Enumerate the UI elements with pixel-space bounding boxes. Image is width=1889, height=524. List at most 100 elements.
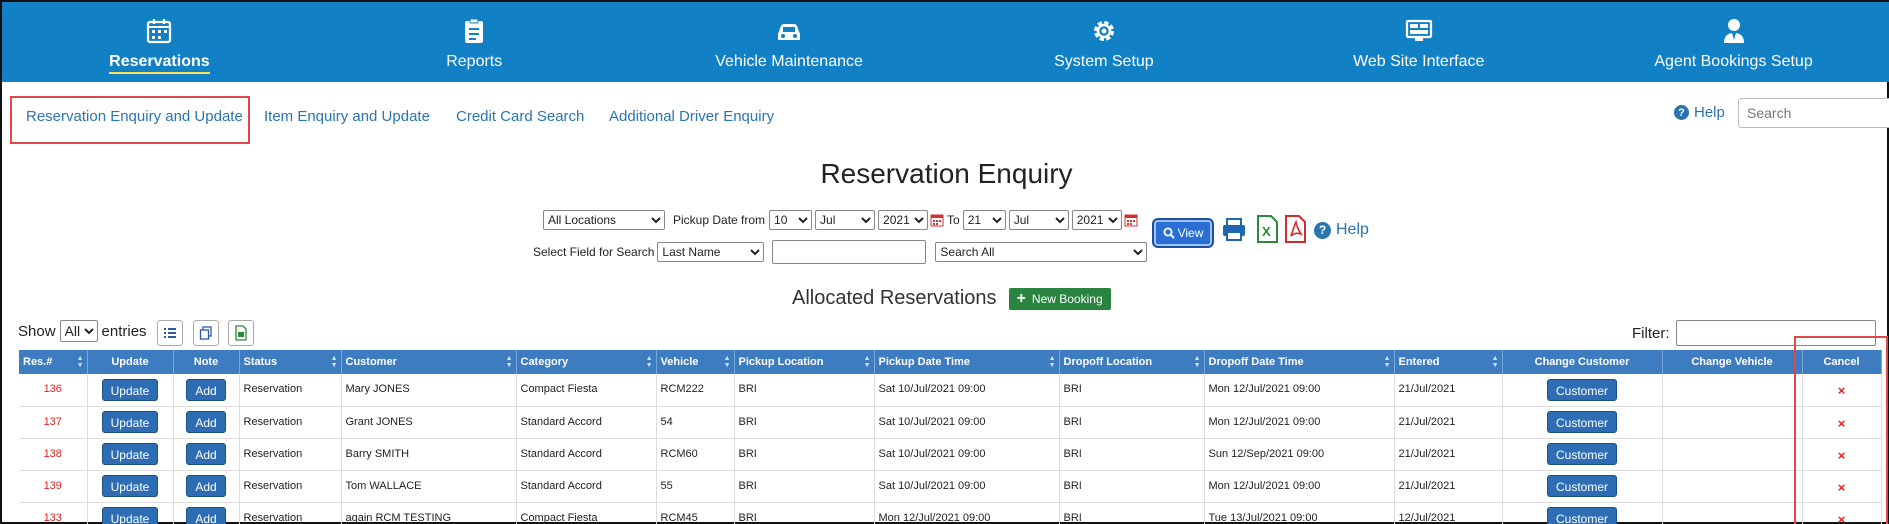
pickup-location-cell: BRI — [734, 374, 875, 407]
change-customer-button[interactable]: Customer — [1546, 507, 1617, 524]
col-dropoff-location[interactable]: Dropoff Location ▲ ▼ — [1059, 350, 1205, 374]
view-button[interactable]: View — [1154, 220, 1212, 246]
field-select[interactable]: Last Name — [657, 242, 765, 262]
new-booking-button[interactable]: + New Booking — [1008, 287, 1111, 310]
col-note: Note — [173, 350, 240, 374]
help-label: Help — [1336, 221, 1369, 238]
change-customer-button[interactable]: Customer — [1546, 411, 1617, 433]
change-customer-button[interactable]: Customer — [1546, 475, 1617, 497]
nav-system-setup[interactable]: System Setup — [946, 2, 1261, 82]
vehicle-cell: RCM45 — [656, 502, 735, 524]
update-button[interactable]: Update — [101, 378, 159, 401]
help-label: Help — [1694, 104, 1725, 121]
to-month-select[interactable]: Jul — [1008, 210, 1069, 230]
gear-icon — [1093, 21, 1114, 41]
print-icon[interactable] — [1221, 214, 1247, 244]
res-number[interactable]: 139 — [19, 470, 88, 503]
col-category[interactable]: Category ▲ ▼ — [516, 350, 657, 374]
status-cell: Reservation — [239, 438, 342, 471]
customer-cell: Grant JONES — [341, 406, 517, 439]
sub-nav: Reservation Enquiry and Update Item Enqu… — [2, 82, 1889, 154]
svg-text:X: X — [1262, 224, 1271, 239]
col-res-no[interactable]: Res.# ▲ ▼ — [19, 350, 88, 374]
calendar-picker-icon[interactable] — [1124, 213, 1138, 227]
tab-credit-card-search[interactable]: Credit Card Search — [456, 108, 584, 125]
search-input[interactable] — [1738, 98, 1889, 128]
dropoff-datetime-cell: Tue 13/Jul/2021 09:00 — [1204, 502, 1395, 524]
help-link[interactable]: ? Help — [1674, 104, 1725, 121]
col-customer[interactable]: Customer ▲ ▼ — [341, 350, 517, 374]
from-year-select[interactable]: 2021 — [878, 210, 929, 230]
to-year-select[interactable]: 2021 — [1071, 210, 1122, 230]
category-cell: Compact Fiesta — [516, 374, 657, 407]
sort-icon: ▲ ▼ — [76, 355, 84, 369]
show-entries-select[interactable]: All — [59, 320, 98, 342]
pdf-icon[interactable] — [1282, 214, 1308, 244]
filter-label: Filter: — [1632, 324, 1670, 342]
help-link-filters[interactable]: ? Help — [1314, 221, 1369, 239]
col-dropoff-datetime[interactable]: Dropoff Date Time ▲ ▼ — [1204, 350, 1395, 374]
add-note-button[interactable]: Add — [186, 507, 226, 524]
add-note-button[interactable]: Add — [186, 475, 226, 497]
change-vehicle-cell — [1662, 470, 1803, 503]
category-cell: Compact Fiesta — [516, 502, 657, 524]
update-button[interactable]: Update — [101, 507, 159, 524]
table-row: 138 Update Add Reservation Barry SMITH S… — [19, 438, 1882, 471]
excel-icon[interactable]: X — [1254, 214, 1280, 244]
table-row: 136 Update Add Reservation Mary JONES Co… — [19, 374, 1882, 407]
col-status[interactable]: Status ▲ ▼ — [239, 350, 342, 374]
list-icon — [164, 328, 176, 338]
vehicle-cell: RCM222 — [656, 374, 735, 407]
table-row: 139 Update Add Reservation Tom WALLACE S… — [19, 470, 1882, 503]
tab-additional-driver[interactable]: Additional Driver Enquiry — [609, 108, 774, 125]
from-day-select[interactable]: 10 — [769, 210, 813, 230]
add-note-button[interactable]: Add — [186, 378, 226, 401]
show-entries: Show All entries — [18, 320, 147, 342]
pickup-location-cell: BRI — [734, 438, 875, 471]
nav-agent-bookings-setup[interactable]: Agent Bookings Setup — [1576, 2, 1889, 82]
nav-reservations[interactable]: Reservations — [2, 2, 317, 82]
nav-vehicle-maintenance[interactable]: Vehicle Maintenance — [632, 2, 947, 82]
nav-reports[interactable]: Reports — [317, 2, 632, 82]
dropoff-datetime-cell: Mon 12/Jul/2021 09:00 — [1204, 470, 1395, 503]
calendar-picker-icon[interactable] — [930, 213, 944, 227]
update-button[interactable]: Update — [101, 411, 159, 433]
col-pickup-location[interactable]: Pickup Location ▲ ▼ — [734, 350, 875, 374]
res-number[interactable]: 133 — [19, 502, 88, 524]
update-button[interactable]: Update — [101, 443, 159, 465]
search-value-input[interactable] — [772, 240, 927, 264]
show-label: Show — [18, 322, 56, 340]
nav-web-site-interface[interactable]: Web Site Interface — [1261, 2, 1576, 82]
from-month-select[interactable]: Jul — [815, 210, 876, 230]
allocated-header: Allocated Reservations + New Booking — [792, 287, 1111, 310]
customer-cell: Mary JONES — [341, 374, 517, 407]
change-customer-button[interactable]: Customer — [1546, 443, 1617, 465]
tab-item-enquiry[interactable]: Item Enquiry and Update — [264, 108, 430, 125]
add-note-button[interactable]: Add — [186, 443, 226, 465]
res-number[interactable]: 137 — [19, 406, 88, 439]
pickup-datetime-cell: Sat 10/Jul/2021 09:00 — [874, 374, 1060, 407]
sort-icon: ▲ ▼ — [723, 355, 731, 369]
location-select[interactable]: All Locations — [543, 210, 665, 230]
col-pickup-datetime[interactable]: Pickup Date Time ▲ ▼ — [874, 350, 1060, 374]
tab-reservation-enquiry[interactable]: Reservation Enquiry and Update — [26, 108, 243, 125]
dropoff-location-cell: BRI — [1059, 502, 1205, 524]
col-vehicle[interactable]: Vehicle ▲ ▼ — [656, 350, 735, 374]
column-list-button[interactable] — [157, 320, 183, 346]
nav-label: Vehicle Maintenance — [715, 53, 863, 70]
page-title: Reservation Enquiry — [820, 158, 1073, 189]
update-button[interactable]: Update — [101, 475, 159, 497]
res-number[interactable]: 136 — [19, 374, 88, 407]
col-entered[interactable]: Entered ▲ ▼ — [1394, 350, 1503, 374]
status-cell: Reservation — [239, 470, 342, 503]
pickup-label: Pickup Date from — [673, 213, 766, 227]
add-note-button[interactable]: Add — [186, 411, 226, 433]
change-customer-button[interactable]: Customer — [1546, 378, 1617, 401]
copy-button[interactable] — [193, 320, 219, 346]
to-day-select[interactable]: 21 — [962, 210, 1006, 230]
csv-export-button[interactable] — [228, 320, 254, 346]
res-number[interactable]: 138 — [19, 438, 88, 471]
search-scope-select[interactable]: Search All — [935, 242, 1148, 262]
vehicle-cell: 55 — [656, 470, 735, 503]
nav-label: Web Site Interface — [1353, 53, 1485, 70]
